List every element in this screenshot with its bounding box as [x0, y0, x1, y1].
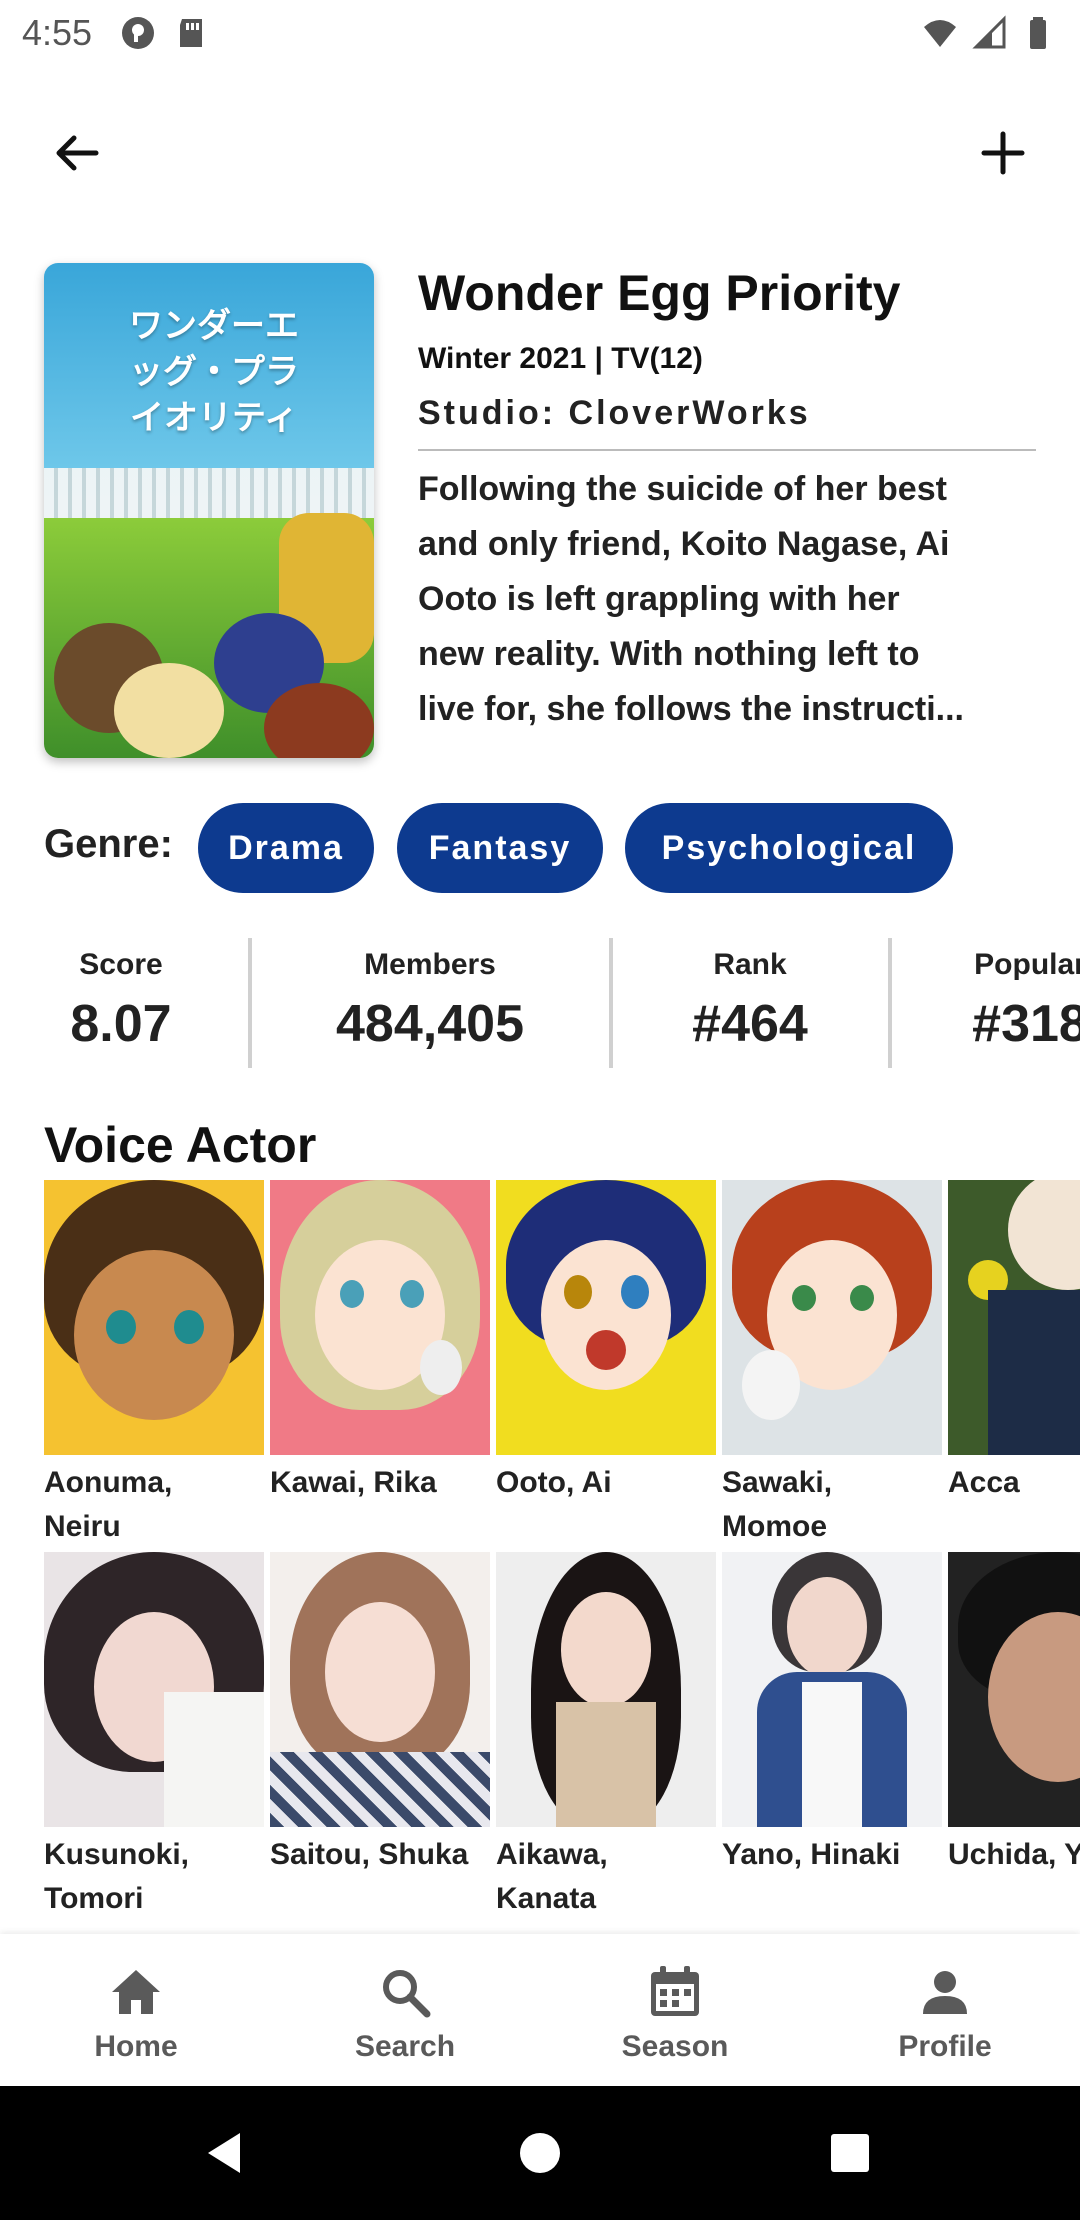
character-name: Acca [948, 1466, 1020, 1499]
actor-name: Yano, Hinaki [722, 1838, 901, 1871]
triangle-back-icon [208, 2133, 240, 2173]
stat-value: 484,405 [336, 995, 524, 1053]
stat-divider [609, 938, 613, 1068]
search-icon [383, 1970, 431, 2018]
app-header [0, 100, 1080, 190]
battery-icon [1030, 17, 1046, 49]
stat-value: #464 [692, 995, 808, 1053]
character-image [948, 1180, 1080, 1455]
character-card-kawai[interactable]: Kawai, Rika [270, 1180, 490, 1505]
stat-label: Score [79, 948, 163, 981]
character-card-aonuma[interactable]: Aonuma, Neiru [44, 1180, 264, 1549]
actor-name: Kusunoki, Tomori [44, 1838, 190, 1915]
nav-label: Home [94, 2030, 178, 2063]
character-name: Ooto, Ai [496, 1466, 612, 1499]
actor-image [722, 1552, 942, 1827]
character-card-clip: Acca [948, 1180, 1080, 1510]
character-image [722, 1180, 942, 1455]
cell-signal-icon [972, 15, 1006, 49]
character-image [496, 1180, 716, 1455]
stat-members: Members 484,405 [290, 948, 570, 1054]
actor-card-kusunoki[interactable]: Kusunoki, Tomori [44, 1552, 264, 1921]
system-recents-button[interactable] [815, 2118, 885, 2188]
stat-label: Popular [974, 948, 1080, 981]
actor-card-saitou[interactable]: Saitou, Shuka [270, 1552, 490, 1877]
nav-label: Search [354, 2030, 456, 2063]
status-time: 4:55 [22, 12, 93, 53]
nav-season[interactable]: Season [595, 1962, 755, 2064]
actor-card-uchida[interactable]: Uchida, Y [948, 1552, 1080, 1877]
season-info: Winter 2021 | TV(12) [418, 342, 703, 375]
poster-title-logo: ワンダーエッグ・プライオリティ [129, 306, 299, 438]
add-to-list-button[interactable] [968, 118, 1038, 188]
studio-info: Studio: CloverWorks [418, 394, 811, 432]
actor-image [496, 1552, 716, 1827]
system-home-button[interactable] [505, 2118, 575, 2188]
system-navigation-bar [0, 2086, 1080, 2220]
wifi-icon [924, 20, 956, 47]
back-button[interactable] [42, 118, 112, 188]
character-card-sawaki[interactable]: Sawaki, Momoe [722, 1180, 942, 1549]
status-bar: 4:55 [0, 0, 1080, 66]
system-back-button[interactable] [190, 2118, 260, 2188]
genre-chip-drama[interactable]: Drama [198, 803, 374, 893]
nav-search[interactable]: Search [325, 1962, 485, 2064]
actor-name: Saitou, Shuka [270, 1838, 469, 1871]
app-notification-icon [122, 17, 155, 49]
stat-divider [248, 938, 252, 1068]
square-recents-icon [831, 2134, 869, 2172]
actor-image [948, 1552, 1080, 1827]
stat-popular: Popular #318 [940, 948, 1080, 1054]
stat-value: #318 [972, 995, 1080, 1053]
plus-icon [981, 131, 1025, 175]
character-image [270, 1180, 490, 1455]
synopsis[interactable]: Following the suicide of her best and on… [418, 462, 1038, 737]
arrow-left-icon [56, 135, 99, 171]
actor-image [270, 1552, 490, 1827]
actor-card-aikawa[interactable]: Aikawa, Kanata [496, 1552, 716, 1921]
actor-image [44, 1552, 264, 1827]
home-icon [112, 1970, 160, 2014]
actor-name: Aikawa, Kanata [496, 1838, 608, 1915]
character-name: Kawai, Rika [270, 1466, 437, 1499]
nav-home[interactable]: Home [56, 1962, 216, 2064]
anime-poster: ワンダーエッグ・プライオリティ [44, 263, 374, 758]
person-icon [923, 1971, 967, 2014]
character-name: Aonuma, Neiru [44, 1466, 173, 1543]
stat-label: Rank [713, 948, 787, 981]
divider [418, 449, 1036, 451]
nav-label: Profile [898, 2030, 992, 2063]
stat-label: Members [364, 948, 496, 981]
bottom-navigation: Home Search Season Profile [0, 1934, 1080, 2086]
genre-chip-fantasy[interactable]: Fantasy [397, 803, 603, 893]
sd-card-icon [180, 19, 203, 47]
character-name: Sawaki, Momoe [722, 1466, 833, 1543]
anime-title: Wonder Egg Priority [418, 265, 901, 321]
character-image [44, 1180, 264, 1455]
actor-name: Uchida, Y [948, 1838, 1080, 1871]
stat-value: 8.07 [70, 995, 172, 1053]
nav-label: Season [621, 2030, 729, 2063]
calendar-icon [651, 1966, 699, 2016]
genre-label: Genre: [44, 822, 173, 866]
stat-divider [888, 938, 892, 1068]
actor-card-clip: Uchida, Y [948, 1552, 1080, 1882]
stat-popular-clip: Popular #318 [940, 940, 1080, 1070]
stat-rank: Rank #464 [640, 948, 860, 1054]
voice-actor-heading: Voice Actor [44, 1117, 317, 1173]
genre-chip-psychological[interactable]: Psychological [625, 803, 953, 893]
character-card-ooto[interactable]: Ooto, Ai [496, 1180, 716, 1505]
stat-score: Score 8.07 [40, 948, 202, 1054]
character-card-acca[interactable]: Acca [948, 1180, 1080, 1505]
actor-card-yano[interactable]: Yano, Hinaki [722, 1552, 942, 1877]
nav-profile[interactable]: Profile [865, 1962, 1025, 2064]
circle-home-icon [520, 2133, 560, 2173]
